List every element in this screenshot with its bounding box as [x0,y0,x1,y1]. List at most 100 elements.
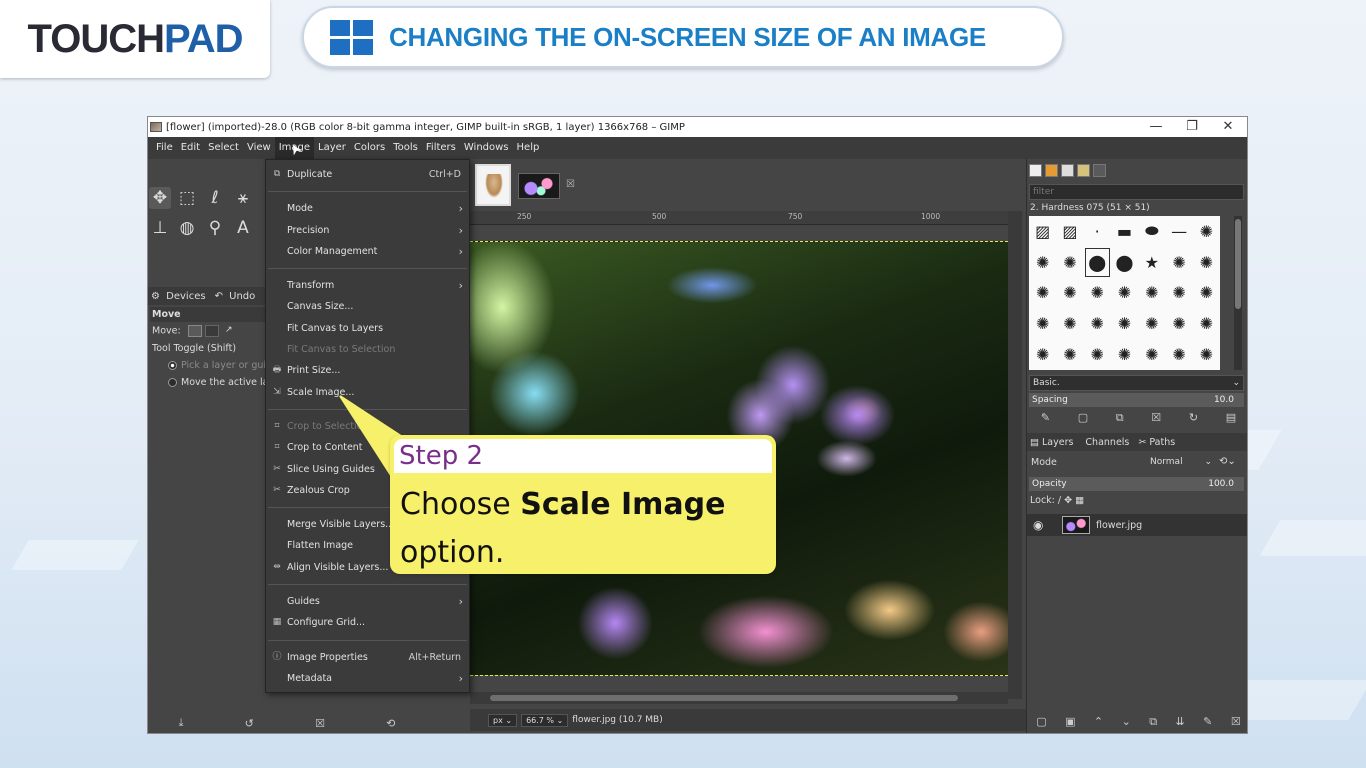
lock-pixels-icon[interactable]: ∕ [1058,495,1061,506]
brush-swatch[interactable]: ✺ [1029,308,1056,339]
brush-filter-input[interactable]: filter [1029,184,1244,200]
delete-layer-icon[interactable]: ☒ [1231,715,1241,731]
brush-swatch[interactable]: ✺ [1193,308,1220,339]
brush-swatch[interactable]: ✺ [1084,308,1111,339]
brush-swatch[interactable]: · [1084,216,1111,247]
brush-preset-select[interactable]: Basic. ⌄ [1029,375,1244,391]
fuzzy-select-tool-icon[interactable]: ⚹ [232,187,254,209]
horizontal-scrollbar[interactable] [470,692,1008,704]
menu-layer[interactable]: Layer [314,137,350,159]
brush-swatch[interactable]: ✺ [1165,339,1192,370]
paint-dynamics-tab-icon[interactable] [1093,164,1106,177]
patterns-tab-icon[interactable] [1045,164,1058,177]
brush-swatch[interactable]: ✺ [1056,308,1083,339]
brush-swatch[interactable]: ✺ [1056,278,1083,309]
raise-layer-icon[interactable]: ⌃ [1094,715,1103,731]
menu-windows[interactable]: Windows [460,137,513,159]
brush-swatch[interactable]: ⬤ [1084,247,1111,278]
image-menu-color-management[interactable]: Color Management › [266,241,469,262]
unit-select[interactable]: px ⌄ [488,713,518,727]
vertical-scrollbar[interactable] [1008,211,1022,699]
brush-swatch[interactable]: ▨ [1056,216,1083,247]
brush-swatch[interactable]: ✺ [1193,339,1220,370]
close-button[interactable]: ✕ [1210,117,1246,137]
text-tool-icon[interactable]: A [232,217,254,239]
new-layer-group-icon[interactable]: ▣ [1065,715,1075,731]
brush-swatch[interactable]: ✺ [1138,308,1165,339]
brush-swatch[interactable]: ⬬ [1138,216,1165,247]
brush-swatch[interactable]: ★ [1138,247,1165,278]
new-layer-icon[interactable]: ▢ [1036,715,1046,731]
scrollbar-thumb[interactable] [490,695,958,701]
tab-devices[interactable]: ⚙ Devices [148,291,212,302]
brush-as-image-icon[interactable]: ▤ [1226,411,1236,425]
image-menu-configure-grid[interactable]: ▦ Configure Grid... [266,612,469,633]
restore-button[interactable]: ❐ [1174,117,1210,137]
image-menu-guides[interactable]: Guides › [266,591,469,612]
brush-swatch[interactable]: ✺ [1165,278,1192,309]
brush-swatch[interactable]: ✺ [1193,247,1220,278]
duplicate-brush-icon[interactable]: ⧉ [1116,411,1124,425]
minimize-button[interactable]: — [1138,117,1174,137]
spacing-slider[interactable]: Spacing 10.0 [1029,393,1244,407]
refresh-brushes-icon[interactable]: ↻ [1189,411,1198,425]
new-brush-icon[interactable]: ▢ [1078,411,1088,425]
move-active-layer-option[interactable]: Move the active layer [150,374,268,391]
menu-filters[interactable]: Filters [422,137,460,159]
brush-swatch[interactable]: — [1165,216,1192,247]
paint-tool-icon[interactable]: ◍ [176,217,198,239]
image-menu-canvas-size[interactable]: Canvas Size... [266,296,469,317]
menu-colors[interactable]: Colors [350,137,389,159]
lasso-tool-icon[interactable]: ℓ [204,187,226,209]
image-menu-metadata[interactable]: Metadata › [266,668,469,689]
mode-reset-icon[interactable]: ⟲⌄ [1219,456,1236,467]
image-menu-mode[interactable]: Mode › [266,198,469,219]
opacity-slider[interactable]: Opacity 100.0 [1029,477,1244,491]
brush-swatch[interactable]: ✺ [1138,278,1165,309]
tab-channels[interactable]: Channels [1079,437,1135,448]
delete-brush-icon[interactable]: ☒ [1151,411,1161,425]
brush-swatch[interactable]: ▬ [1111,216,1138,247]
brush-grid[interactable]: ▨ ▨ · ▬ ⬬ — ✺ ✺ ✺ ⬤ ⬤ ★ ✺ ✺ ✺ ✺ ✺ ✺ ✺ ✺ ✺ ✺ ✺ ✺ ✺ ✺ ✺ ✺ ✺ ✺ ✺ ✺ ✺ ✺ ✺ [1029,216,1220,370]
tab-undo[interactable]: ↶ Undo [212,291,262,302]
pick-layer-option[interactable]: Pick a layer or guide [150,357,268,374]
move-selection-mode-icon[interactable] [204,325,219,337]
tab-layers[interactable]: ▤ Layers [1027,437,1079,448]
brush-swatch[interactable]: ✺ [1165,308,1192,339]
brush-swatch[interactable]: ✺ [1029,339,1056,370]
restore-options-icon[interactable]: ↺ [245,717,254,730]
menu-view[interactable]: View [243,137,275,159]
brush-swatch[interactable]: ✺ [1029,247,1056,278]
edit-brush-icon[interactable]: ✎ [1041,411,1050,425]
brush-swatch[interactable]: ✺ [1111,339,1138,370]
move-tool-icon[interactable]: ✥ [149,187,171,209]
image-menu-precision[interactable]: Precision › [266,220,469,241]
brush-swatch[interactable]: ✺ [1029,278,1056,309]
tab-paths[interactable]: ✂ Paths [1135,437,1181,448]
visibility-eye-icon[interactable]: ◉ [1033,518,1043,532]
save-options-icon[interactable]: ⤓ [179,716,184,730]
image-tab-flower[interactable] [518,173,560,199]
menu-help[interactable]: Help [513,137,544,159]
brush-swatch[interactable]: ⬤ [1111,247,1138,278]
brush-swatch[interactable]: ✺ [1111,308,1138,339]
image-menu-duplicate[interactable]: ⧉ Duplicate Ctrl+D [266,164,469,185]
brush-scrollbar[interactable] [1234,216,1242,370]
brush-swatch[interactable]: ✺ [1193,278,1220,309]
image-tab-dog[interactable] [475,164,511,206]
brush-swatch[interactable]: ✺ [1084,339,1111,370]
duplicate-layer-icon[interactable]: ⧉ [1149,715,1157,731]
image-menu-transform[interactable]: Transform › [266,275,469,296]
fill-tool-icon[interactable]: ⚲ [204,217,226,239]
mask-layer-icon[interactable]: ✎ [1203,715,1212,731]
menu-edit[interactable]: Edit [177,137,204,159]
move-layer-mode-icon[interactable] [187,325,202,337]
close-tab-icon[interactable]: ☒ [566,179,575,190]
brush-swatch[interactable]: ✺ [1056,247,1083,278]
crop-tool-icon[interactable]: ⊥ [149,217,171,239]
delete-options-icon[interactable]: ☒ [315,717,325,730]
brush-swatch[interactable]: ✺ [1138,339,1165,370]
brush-swatch[interactable]: ✺ [1111,278,1138,309]
image-menu-fit-canvas-to-layers[interactable]: Fit Canvas to Layers [266,318,469,339]
brushes-tab-icon[interactable] [1029,164,1042,177]
